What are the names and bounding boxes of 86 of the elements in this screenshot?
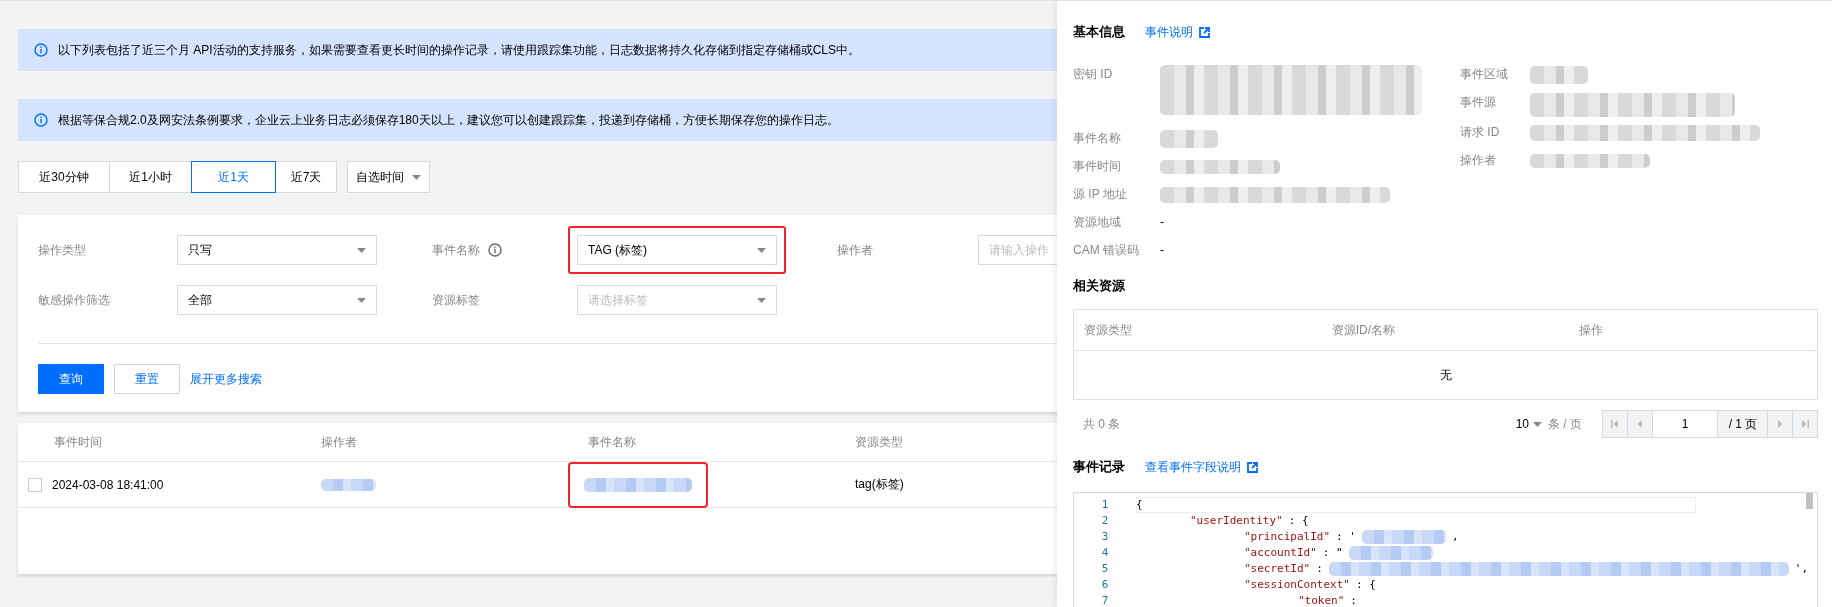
column-header: 事件名称 bbox=[588, 433, 636, 451]
caret-icon bbox=[757, 297, 766, 303]
code-text: , bbox=[1451, 529, 1459, 545]
filter-label: 操作者 bbox=[837, 241, 873, 259]
caret-icon bbox=[357, 247, 366, 253]
column-header: 事件时间 bbox=[54, 433, 102, 451]
caret-icon bbox=[357, 297, 366, 303]
field-label: 事件源 bbox=[1460, 94, 1497, 111]
external-link-icon bbox=[1247, 461, 1258, 473]
table-cell: 2024-03-08 18:41:00 bbox=[52, 477, 164, 492]
expand-search-link[interactable]: 展开更多搜索 bbox=[190, 370, 262, 388]
filter-label: 资源标签 bbox=[432, 291, 480, 309]
time-range-tab[interactable]: 近7天 bbox=[275, 161, 337, 193]
line-number: 5 bbox=[1101, 561, 1109, 577]
code-text: : " bbox=[1322, 545, 1343, 561]
code-line: "userIdentity" : { bbox=[1189, 513, 1309, 529]
line-number: 2 bbox=[1101, 513, 1109, 529]
field-label: 事件名称 bbox=[1073, 130, 1122, 147]
filter-select[interactable]: 只写 bbox=[177, 235, 377, 265]
field-label: 密钥 ID bbox=[1073, 66, 1114, 83]
field-label: 事件时间 bbox=[1073, 158, 1122, 175]
filter-input[interactable]: 请输入操作 bbox=[978, 235, 1057, 265]
filter-label: 操作类型 bbox=[38, 241, 86, 259]
custom-time-dropdown[interactable]: 自选时间 bbox=[347, 161, 430, 193]
page-number-input[interactable]: 1 bbox=[1652, 410, 1718, 438]
code-text: ', bbox=[1794, 561, 1809, 577]
code-text: : ' bbox=[1336, 529, 1356, 545]
field-label: 事件区域 bbox=[1460, 66, 1509, 83]
help-link[interactable]: 查看事件字段说明 bbox=[1145, 458, 1258, 476]
field-value: - bbox=[1160, 215, 1164, 229]
section-title: 基本信息 bbox=[1073, 23, 1125, 41]
notice-text: 根据等保合规2.0及网安法条例要求，企业云上业务日志必须保存180天以上，建议您可以创建跟踪集，投递到存储桶，方便长期保存您的操作日志。 bbox=[58, 111, 839, 129]
code-text: "secretId" bbox=[1244, 561, 1311, 577]
caret-icon bbox=[1533, 421, 1542, 427]
line-number: 6 bbox=[1101, 577, 1109, 593]
line-number: 4 bbox=[1101, 545, 1109, 561]
last-page-icon bbox=[1801, 420, 1809, 428]
line-number: 3 bbox=[1101, 529, 1109, 545]
help-link[interactable]: 事件说明 bbox=[1145, 23, 1210, 41]
empty-text: 无 bbox=[1439, 366, 1452, 384]
filter-select[interactable]: 全部 bbox=[177, 285, 377, 315]
line-number: 7 bbox=[1101, 593, 1109, 607]
field-label: 源 IP 地址 bbox=[1073, 186, 1128, 203]
page-size-dropdown[interactable]: 10 bbox=[1515, 417, 1548, 431]
previous-page-icon bbox=[1636, 420, 1644, 428]
search-button[interactable]: 查询 bbox=[38, 364, 104, 394]
column-header: 资源类型 bbox=[1084, 322, 1132, 337]
notice-text: 以下列表包括了近三个月 API活动的支持服务，如果需要查看更长时间的操作记录，请使用跟踪集功能，日志数据将持久化存储到指定存储桶或CLS中。 bbox=[58, 41, 861, 59]
field-value: - bbox=[1160, 243, 1164, 257]
scrollbar bbox=[1806, 493, 1813, 509]
code-text: "accountId" bbox=[1244, 545, 1317, 561]
external-link-icon bbox=[1199, 26, 1210, 38]
column-header: 资源ID/名称 bbox=[1331, 322, 1395, 337]
info-icon bbox=[34, 43, 48, 57]
first-page-icon bbox=[1611, 420, 1619, 428]
next-page-icon bbox=[1776, 420, 1784, 428]
column-header: 操作者 bbox=[321, 433, 357, 451]
page-total: / 1 页 bbox=[1718, 410, 1768, 438]
code-line: "token" : bbox=[1297, 593, 1357, 607]
time-range-tab[interactable]: 近1小时 bbox=[109, 161, 192, 193]
caret-icon bbox=[412, 174, 421, 180]
column-header: 操作 bbox=[1579, 322, 1604, 337]
code-line: "sessionContext" : { bbox=[1243, 577, 1376, 593]
section-title: 事件记录 bbox=[1073, 458, 1125, 476]
filter-label: 事件名称 bbox=[432, 241, 480, 259]
caret-icon bbox=[757, 247, 766, 253]
info-icon bbox=[34, 113, 48, 127]
total-count: 共 0 条 bbox=[1083, 415, 1121, 433]
row-checkbox[interactable] bbox=[28, 477, 42, 492]
field-label: 资源地域 bbox=[1073, 214, 1122, 231]
field-label: CAM 错误码 bbox=[1073, 242, 1140, 259]
page-size-unit: 条 / 页 bbox=[1548, 415, 1582, 433]
line-number: 1 bbox=[1101, 497, 1109, 513]
filter-select[interactable]: TAG (标签) bbox=[577, 235, 777, 265]
field-label: 请求 ID bbox=[1460, 124, 1501, 141]
reset-button[interactable]: 重置 bbox=[114, 364, 180, 394]
field-label: 操作者 bbox=[1460, 152, 1497, 169]
table-cell: tag(标签) bbox=[855, 476, 904, 493]
column-header: 资源类型 bbox=[855, 433, 903, 451]
code-line: { bbox=[1136, 497, 1696, 513]
code-text: : bbox=[1316, 561, 1323, 577]
filter-label: 敏感操作筛选 bbox=[38, 291, 110, 309]
code-text: "principalId" bbox=[1244, 529, 1331, 545]
time-range-tab[interactable]: 近1天 bbox=[191, 161, 276, 193]
section-title: 相关资源 bbox=[1073, 277, 1125, 295]
time-range-tab[interactable]: 近30分钟 bbox=[18, 161, 110, 193]
